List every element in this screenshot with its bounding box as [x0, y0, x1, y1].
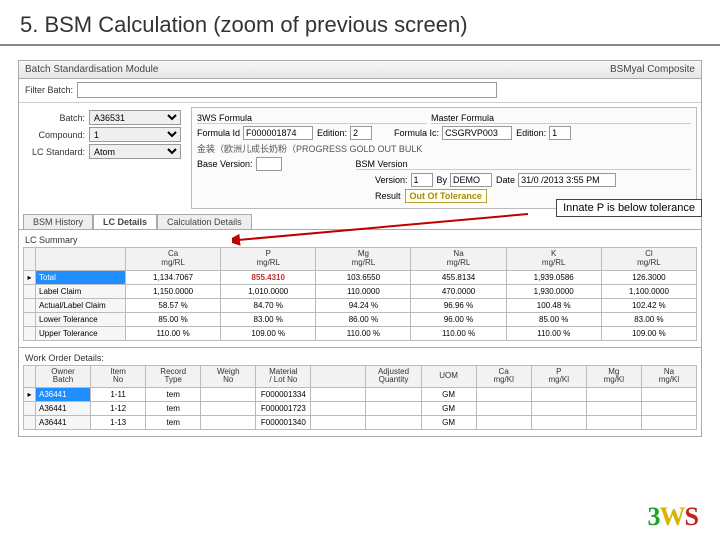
wo-details-grid[interactable]: OwnerBatchItemNoRecordTypeWeighNoMateria… — [23, 365, 697, 431]
formula-ic-input[interactable] — [442, 126, 512, 140]
compound-label: Compound: — [25, 130, 85, 140]
edition-input[interactable] — [350, 126, 372, 140]
base-version-label: Base Version: — [197, 159, 253, 169]
result-value: Out Of Tolerance — [405, 189, 487, 203]
batch-label: Batch: — [25, 113, 85, 123]
formula-id-label: Formula Id — [197, 128, 240, 138]
version-label: Version: — [375, 175, 408, 185]
filter-batch-label: Filter Batch: — [25, 85, 73, 95]
by-label: By — [437, 175, 448, 185]
batch-side-panel: Batch: A36531 Compound: 1 LC Standard: A… — [19, 104, 187, 212]
callout-annotation: Innate P is below tolerance — [556, 199, 702, 217]
bsm-version-label: BSM Version — [356, 159, 691, 170]
panel-head-left: 3WS Formula — [197, 113, 427, 124]
version-input[interactable] — [411, 173, 433, 187]
slide-title: 5. BSM Calculation (zoom of previous scr… — [0, 0, 720, 46]
result-label: Result — [375, 191, 401, 201]
tab-lc-details[interactable]: LC Details — [93, 214, 157, 229]
lcstandard-select[interactable]: Atom — [89, 144, 181, 159]
formula-panel: 3WS Formula Master Formula Formula Id Ed… — [191, 107, 697, 209]
wo-details-label: Work Order Details: — [25, 353, 697, 363]
compound-select[interactable]: 1 — [89, 127, 181, 142]
window-titlebar: Batch Standardisation Module BSMyal Comp… — [19, 61, 701, 79]
date-input[interactable] — [518, 173, 616, 187]
batch-select[interactable]: A36531 — [89, 110, 181, 125]
formula-desc: 金装（欧洲儿成长奶粉（PROGRESS GOLD OUT BULK — [197, 142, 422, 155]
tab-bsm-history[interactable]: BSM History — [23, 214, 93, 229]
callout-arrow-icon — [238, 214, 528, 240]
formula-id-input[interactable] — [243, 126, 313, 140]
base-version-input[interactable] — [256, 157, 282, 171]
edition-label: Edition: — [317, 128, 347, 138]
by-input[interactable] — [450, 173, 492, 187]
panel-head-right: Master Formula — [431, 113, 691, 124]
edition2-label: Edition: — [516, 128, 546, 138]
window-title-right: BSMyal Composite — [610, 64, 695, 75]
formula-ic-label: Formula Ic: — [394, 128, 439, 138]
filter-batch-input[interactable] — [77, 82, 497, 98]
edition2-input[interactable] — [549, 126, 571, 140]
date-label: Date — [496, 175, 515, 185]
lcstandard-label: LC Standard: — [25, 147, 85, 157]
lc-summary-grid[interactable]: Camg/RLPmg/RLMgmg/RLNamg/RLKmg/RLClmg/RL… — [23, 247, 697, 341]
window-title: Batch Standardisation Module — [25, 64, 158, 75]
brand-logo: 3WS — [648, 502, 698, 532]
